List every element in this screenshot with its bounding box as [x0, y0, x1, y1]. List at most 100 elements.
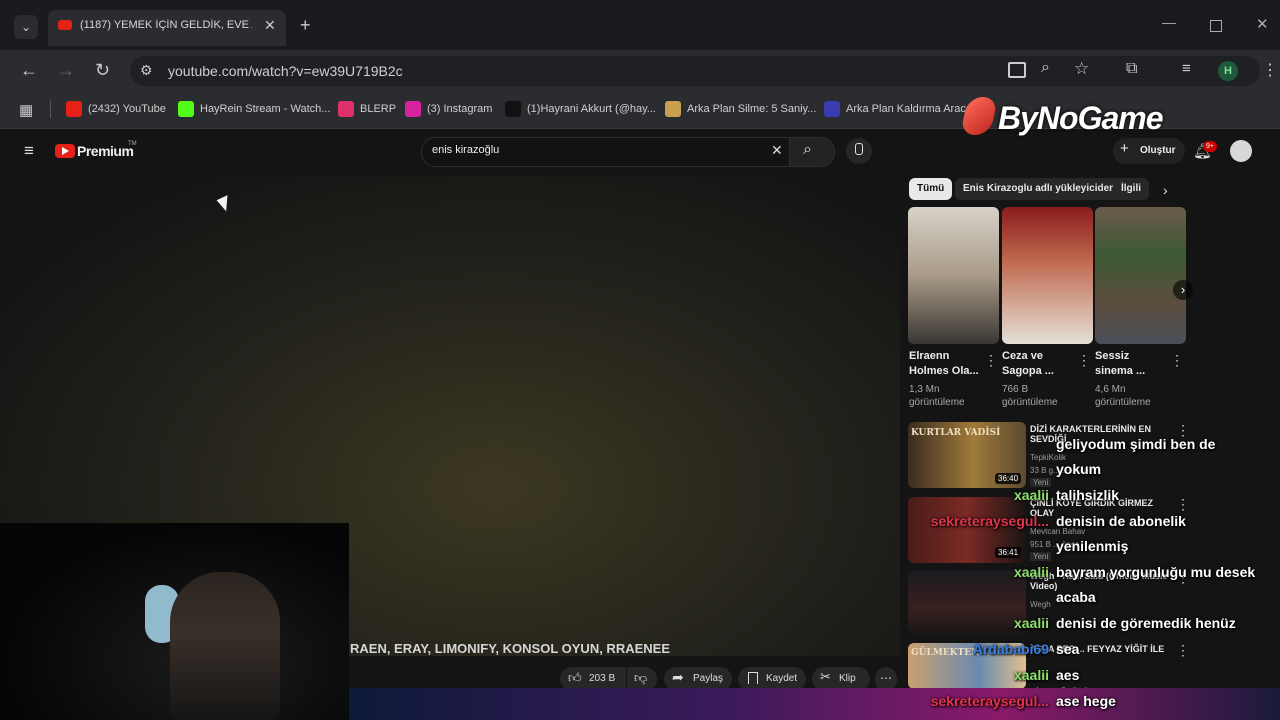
clip-label: Klip — [839, 673, 856, 684]
search-button[interactable] — [789, 137, 835, 167]
chat-username: xaalii — [1013, 487, 1049, 503]
scissors-icon: ✂ — [820, 669, 831, 684]
logo-tm: TM — [128, 141, 137, 147]
bookmark-item[interactable]: BLERP — [360, 103, 396, 115]
tab-search-button[interactable]: ⌄ — [14, 15, 38, 39]
recommended-channel[interactable]: Wegh — [1030, 600, 1051, 609]
thumbnail-text: GÜLMEKTEN — [911, 648, 980, 658]
notification-badge: 9+ — [1203, 141, 1217, 152]
chat-message: geliyodum şimdi ben de — [1056, 436, 1216, 452]
short-views-label: görüntüleme — [1002, 397, 1058, 408]
short-title[interactable]: Elraenn Holmes Ola... — [909, 349, 979, 379]
hamburger-menu-icon[interactable]: ≡ — [24, 141, 34, 161]
tiktok-icon — [505, 101, 521, 117]
more-options-icon[interactable]: ⋮ — [1170, 352, 1184, 369]
kick-icon — [178, 101, 194, 117]
tab-title: (1187) YEMEK İÇİN GELDİK, EVE ALMA — [80, 19, 252, 31]
minimize-icon[interactable]: — — [1162, 14, 1176, 30]
chat-username: xaalii — [1013, 667, 1049, 683]
chat-username: sekreteraysegul... — [930, 513, 1049, 529]
close-tab-icon[interactable]: ✕ — [264, 17, 276, 34]
new-badge: Yeni — [1030, 552, 1052, 561]
clear-search-icon[interactable]: ✕ — [771, 142, 783, 159]
recommended-thumbnail[interactable] — [908, 570, 1026, 636]
youtube-play-glyph — [62, 147, 69, 155]
more-options-icon[interactable]: ⋮ — [984, 352, 998, 369]
video-duration: 36:40 — [995, 473, 1022, 484]
site-info-icon[interactable]: ⚙ — [140, 62, 153, 79]
browser-menu-icon[interactable]: ⋮ — [1262, 60, 1278, 80]
profile-avatar[interactable]: H — [1218, 61, 1238, 81]
chat-username: sekreteraysegul... — [930, 693, 1049, 709]
new-tab-icon[interactable]: + — [300, 15, 311, 36]
forward-icon[interactable]: → — [57, 60, 75, 81]
short-thumbnail[interactable] — [908, 207, 999, 344]
shorts-next-button[interactable]: › — [1173, 280, 1193, 300]
filter-chip[interactable]: Tümü — [909, 178, 953, 200]
new-badge: Yeni — [1030, 478, 1052, 487]
media-control-icon[interactable]: ≡ — [1182, 60, 1191, 77]
chips-next-icon[interactable]: › — [1163, 182, 1168, 198]
removebg-icon — [665, 101, 681, 117]
thumbs-down-icon: 👎︎ — [634, 670, 648, 685]
account-avatar[interactable] — [1230, 140, 1252, 162]
more-options-icon[interactable]: ⋮ — [1077, 352, 1091, 369]
save-bookmark-icon — [748, 672, 758, 684]
bookmark-item[interactable]: (1)Hayrani Akkurt (@hay... — [527, 103, 656, 115]
reload-icon[interactable]: ↻ — [95, 60, 110, 81]
chat-message: aes — [1056, 667, 1080, 683]
restore-icon[interactable] — [1210, 20, 1222, 32]
more-options-icon[interactable]: ⋮ — [1176, 496, 1190, 513]
bookmark-item[interactable]: (3) Instagram — [427, 103, 492, 115]
short-title[interactable]: Sessiz sinema ... — [1095, 349, 1165, 379]
filter-chip[interactable]: İlgili — [1113, 178, 1149, 200]
zoom-icon[interactable]: ⌕ — [1041, 59, 1050, 77]
short-views: 1,3 Mn — [909, 384, 940, 395]
instagram-icon — [405, 101, 421, 117]
recommended-title[interactable]: ASLA PES ... FEYYAZ YİĞİT İLE — [1030, 644, 1170, 654]
chat-message: yenilenmiş — [1056, 538, 1129, 554]
chat-message: talihsizlik — [1056, 487, 1120, 503]
more-options-icon[interactable]: ⋮ — [1176, 642, 1190, 659]
youtube-favicon-icon — [58, 20, 72, 30]
chat-username: Ardababi69 — [972, 641, 1049, 657]
bookmark-item[interactable]: Arka Plan Silme: 5 Saniy... — [687, 103, 816, 115]
chat-message: ase hege — [1056, 693, 1116, 709]
bookmark-item[interactable]: HayRein Stream - Watch... — [200, 103, 330, 115]
microphone-icon — [855, 143, 863, 155]
video-tags: RAEN, ERAY, LIMONIFY, KONSOL OYUN, RRAEN… — [350, 641, 670, 656]
chat-message: sea — [1056, 641, 1080, 657]
like-count: 203 B — [589, 673, 616, 684]
apps-grid-icon[interactable]: ▦ — [19, 101, 33, 119]
bookmark-item[interactable]: (2432) YouTube — [88, 103, 166, 115]
bynogame-brand: ByNoGame — [998, 100, 1163, 136]
chat-message: bayram yorgunluğu mu desek — [1056, 564, 1256, 580]
close-window-icon[interactable]: ✕ — [1256, 15, 1269, 33]
thumbs-up-icon: 👍︎ — [568, 670, 582, 685]
short-views: 4,6 Mn — [1095, 384, 1126, 395]
back-icon[interactable]: ← — [20, 60, 38, 81]
short-thumbnail[interactable] — [1002, 207, 1093, 344]
bookmark-star-icon[interactable]: ☆ — [1074, 59, 1089, 79]
create-label: Oluştur — [1140, 145, 1176, 156]
short-thumbnail[interactable] — [1095, 207, 1186, 344]
bookmarks-divider — [50, 100, 51, 118]
youtube-premium-logo[interactable]: Premium — [77, 143, 134, 159]
youtube-icon — [66, 101, 82, 117]
short-views: 766 B — [1002, 384, 1029, 395]
short-views-label: görüntüleme — [909, 397, 965, 408]
chat-username: xaalii — [1013, 564, 1049, 580]
install-app-icon[interactable] — [1008, 62, 1026, 78]
bookmark-item[interactable]: Arka Plan Kaldırma Aracı... — [846, 103, 978, 115]
filter-chip[interactable]: Enis Kirazoglu adlı yükleyiciden — [955, 178, 1124, 200]
share-icon: ➦ — [672, 669, 684, 685]
short-title[interactable]: Ceza ve Sagopa ... — [1002, 349, 1072, 379]
short-views-label: görüntüleme — [1095, 397, 1151, 408]
extensions-icon[interactable]: ⧉ — [1126, 60, 1137, 78]
save-label: Kaydet — [766, 673, 798, 684]
thumbnail-text: KURTLAR VADİSİ — [911, 428, 1001, 438]
chat-username: xaalii — [1013, 615, 1049, 631]
search-icon: ⌕ — [803, 141, 812, 158]
blerp-icon — [338, 101, 354, 117]
bottom-neon-band — [349, 688, 1280, 720]
